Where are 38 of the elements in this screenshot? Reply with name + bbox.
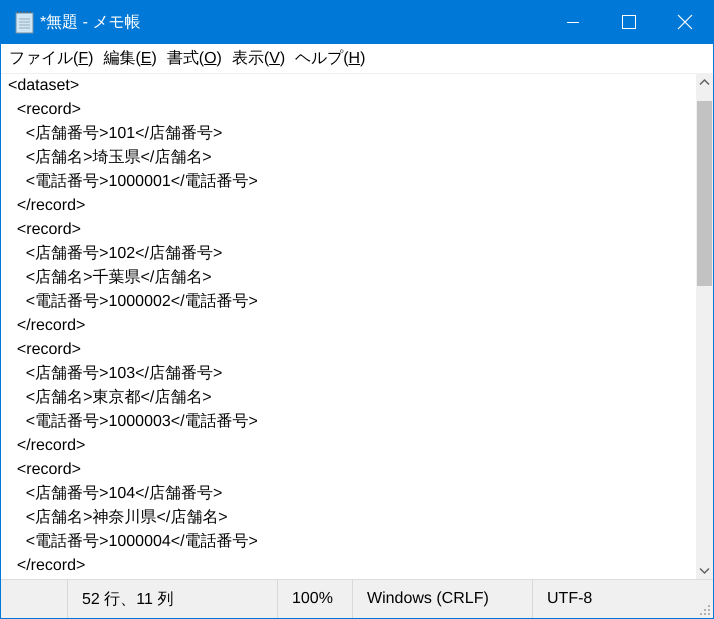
text-line: <record> xyxy=(16,220,82,240)
text-line: <dataset> xyxy=(8,76,80,96)
menu-item[interactable]: 表示(V) xyxy=(226,48,292,69)
menu-item[interactable]: 編集(E) xyxy=(97,48,163,69)
line-ending: Windows (CRLF) xyxy=(352,580,532,618)
text-line: <record> xyxy=(16,100,82,120)
text-line: <record> xyxy=(16,340,82,360)
encoding: UTF-8 xyxy=(532,580,697,618)
text-line: </record> xyxy=(16,316,86,336)
menu-item[interactable]: ファイル(F) xyxy=(3,48,100,69)
text-line: <店舗番号>104</店舗番号> xyxy=(24,484,224,504)
text-line: <電話番号>1000002</電話番号> xyxy=(24,292,259,312)
zoom-level: 100% xyxy=(277,580,352,618)
minimize-icon xyxy=(567,21,579,23)
menu-item[interactable]: ヘルプ(H) xyxy=(289,48,372,69)
notepad-icon xyxy=(14,10,36,34)
text-line: <店舗名>東京都</店舗名> xyxy=(24,388,213,408)
text-line: </record> xyxy=(16,436,86,456)
menu-item[interactable]: 書式(O) xyxy=(160,48,228,69)
text-line: <record> xyxy=(16,460,82,480)
text-line: <店舗名>埼玉県</店舗名> xyxy=(24,148,213,168)
text-line: <電話番号>1000004</電話番号> xyxy=(24,532,259,552)
text-line: <店舗名>千葉県</店舗名> xyxy=(24,268,213,288)
text-line: <電話番号>1000003</電話番号> xyxy=(24,412,259,432)
text-line: </record> xyxy=(16,196,86,216)
scroll-thumb[interactable] xyxy=(697,101,712,286)
scrollbar[interactable] xyxy=(696,74,713,579)
text-line: <店舗番号>103</店舗番号> xyxy=(24,364,224,384)
window-title: *無題 - メモ帳 xyxy=(40,12,140,32)
close-icon xyxy=(677,14,693,30)
resize-grip-icon[interactable] xyxy=(699,604,711,616)
text-line: <店舗番号>102</店舗番号> xyxy=(24,244,224,264)
text-line: </record> xyxy=(16,556,86,576)
cursor-position: 52 行、11 列 xyxy=(67,580,277,618)
text-line: <店舗名>神奈川県</店舗名> xyxy=(24,508,229,528)
text-line: <店舗番号>101</店舗番号> xyxy=(24,124,224,144)
maximize-icon xyxy=(622,15,636,29)
text-line: <電話番号>1000001</電話番号> xyxy=(24,172,259,192)
